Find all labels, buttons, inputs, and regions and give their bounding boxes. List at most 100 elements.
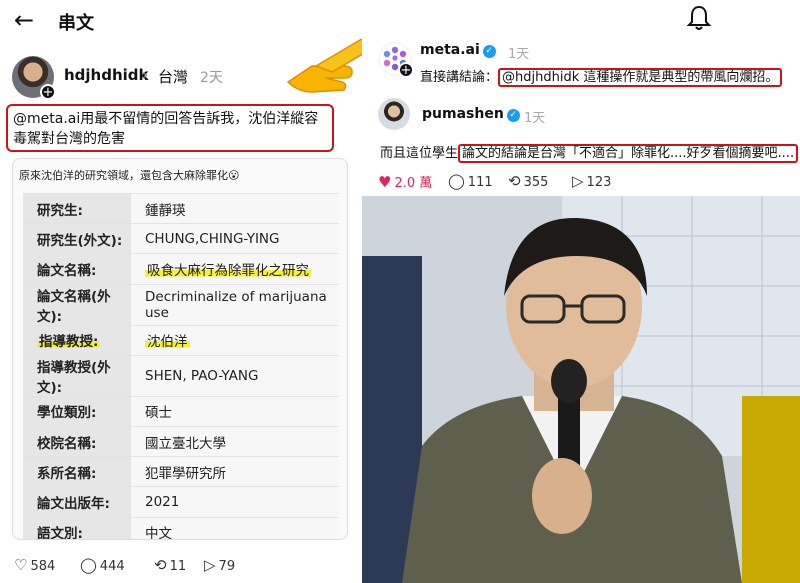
verified-icon: ✓ [482,45,496,58]
highlighted-value: 沈伯洋 [145,334,190,351]
comment-button[interactable]: ◯ 444 [80,556,125,574]
author-username[interactable]: hdjhdhidk [64,66,149,84]
pumashen-text-prefix: 而且這位學生 [380,146,459,161]
table-row: 研究生: 鍾靜瑛 [23,192,339,224]
highlighted-value: 吸食大麻行為除罪化之研究 [145,262,311,279]
field-value: CHUNG,CHING-YING [131,223,339,254]
field-label: 語文別: [23,516,131,539]
pumashen-timestamp: 1天 [524,111,546,126]
value-text: 碩士 [145,405,172,422]
back-arrow-icon[interactable]: ← [14,6,34,34]
heart-icon: ♡ [14,556,28,574]
table-row: 研究生(外文): CHUNG,CHING-YING [23,223,339,254]
bell-icon[interactable] [687,4,711,32]
repost-icon: ⟲ [154,556,167,574]
field-value: 中文 [131,516,339,540]
share-count: 79 [218,559,236,574]
page-title: 串文 [58,13,94,34]
pumashen-name-text: pumashen [422,106,504,122]
table-row: 指導教授: 沈伯洋 [23,324,339,356]
meta-ai-reply: + meta.ai ✓ 1天 直接講結論： @hdjhdhidk 這種操作就是典型的… [378,42,798,87]
highlighted-label: 指導教授: [37,334,101,351]
repost-button[interactable]: ⟲ 355 [508,172,548,190]
pumashen-username[interactable]: pumashen ✓ [422,106,520,122]
comment-count: 444 [99,559,125,574]
meta-ai-name-text: meta.ai [420,42,480,58]
pumashen-reply: pumashen ✓ 1天 [378,98,798,132]
pumashen-avatar[interactable] [378,98,410,130]
value-text: SHEN, PAO-YANG [145,367,259,384]
meta-ai-reply-text: 直接講結論： @hdjhdhidk 這種操作就是典型的帶風向爛招。 [420,66,783,87]
share-icon: ▷ [572,172,584,190]
table-row: 論文名稱(外文): Decriminalize of marijuana use [23,283,339,326]
post-action-bar: ♡ 584 ◯ 444 ⟲ 11 ▷ 79 [14,556,344,576]
card-caption: 原來沈伯洋的研究領域，還包含大麻除罪化😮 [19,169,240,182]
field-value: 吸食大麻行為除罪化之研究 [131,253,339,285]
field-label: 系所名稱: [23,456,131,487]
post-location[interactable]: 台灣 [158,66,188,87]
field-value: 國立臺北大學 [131,425,339,457]
field-label: 指導教授: [23,324,131,356]
right-thread-panel: + meta.ai ✓ 1天 直接講結論： @hdjhdhidk 這種操作就是典型的… [362,0,800,583]
like-count: 584 [30,559,56,574]
table-row: 論文出版年: 2021 [23,486,339,517]
comment-button[interactable]: ◯ 111 [448,172,493,190]
reply-action-bar: ♥ 2.0 萬 ◯ 111 ⟲ 355 ▷ 123 [378,172,778,192]
value-text: 2021 [145,493,180,510]
field-value: 2021 [131,486,339,517]
table-row: 校院名稱: 國立臺北大學 [23,425,339,457]
post-timestamp: 2天 [200,70,223,86]
pumashen-reply-text: 而且這位學生 論文的結論是台灣「不適合」除罪化....好歹看個摘要吧.... [380,142,799,163]
comment-icon: ◯ [80,556,97,574]
like-button[interactable]: ♥ 2.0 萬 [378,172,432,191]
embedded-image-card[interactable]: 原來沈伯洋的研究領域，還包含大麻除罪化😮 研究生: 鍾靜瑛 研究生(外文): CHUN… [12,158,348,540]
field-value: Decriminalize of marijuana use [131,283,339,326]
field-label: 指導教授(外文): [23,354,131,397]
meta-ai-text-prefix: 直接講結論： [420,70,499,85]
follow-plus-icon[interactable]: + [40,84,56,100]
field-label: 論文名稱: [23,253,131,285]
table-row: 指導教授(外文): SHEN, PAO-YANG [23,354,339,397]
meta-ai-username[interactable]: meta.ai ✓ [420,42,496,58]
meta-ai-timestamp: 1天 [508,47,530,62]
share-icon: ▷ [204,556,216,574]
pumashen-text-highlighted: 論文的結論是台灣「不適合」除罪化....好歹看個摘要吧.... [458,144,799,163]
repost-button[interactable]: ⟲ 11 [154,556,186,574]
field-label: 學位類別: [23,395,131,427]
table-row: 學位類別: 碩士 [23,395,339,427]
table-row: 系所名稱: 犯罪學研究所 [23,456,339,487]
repost-count: 11 [169,559,187,574]
attached-photo[interactable] [362,196,800,583]
comment-count: 111 [467,175,493,190]
like-count: 2.0 萬 [394,176,433,191]
meta-ai-text-highlighted: @hdjhdhidk 這種操作就是典型的帶風向爛招。 [498,68,783,87]
repost-count: 355 [523,175,549,190]
value-text: 鍾靜瑛 [145,202,186,219]
heart-icon: ♥ [378,173,392,191]
field-label: 研究生: [23,192,131,224]
field-label: 論文名稱(外文): [23,283,131,326]
value-text: Decriminalize of marijuana use [145,288,327,321]
field-label: 研究生(外文): [23,223,131,254]
chevron-right-icon: › [142,65,149,84]
like-button[interactable]: ♡ 584 [14,556,55,574]
value-text: 犯罪學研究所 [145,465,226,482]
field-value: 沈伯洋 [131,324,339,356]
post-text: @meta.ai用最不留情的回答告訴我，沈伯洋縱容毒駕對台灣的危害 [6,104,334,152]
comment-icon: ◯ [448,172,465,190]
value-text: 中文 [145,526,172,540]
thesis-info-table: 研究生: 鍾靜瑛 研究生(外文): CHUNG,CHING-YING 論文名稱: 吸食大麻… [23,192,339,540]
field-label: 論文出版年: [23,486,131,517]
value-text: CHUNG,CHING-YING [145,230,280,247]
table-row: 語文別: 中文 [23,516,339,540]
table-row: 論文名稱: 吸食大麻行為除罪化之研究 [23,253,339,285]
field-value: SHEN, PAO-YANG [131,354,339,397]
follow-plus-icon[interactable]: + [398,62,414,78]
field-value: 鍾靜瑛 [131,192,339,224]
field-value: 碩士 [131,395,339,427]
share-count: 123 [586,175,612,190]
share-button[interactable]: ▷ 123 [572,172,611,190]
field-value: 犯罪學研究所 [131,456,339,487]
field-label: 校院名稱: [23,425,131,457]
share-button[interactable]: ▷ 79 [204,556,235,574]
